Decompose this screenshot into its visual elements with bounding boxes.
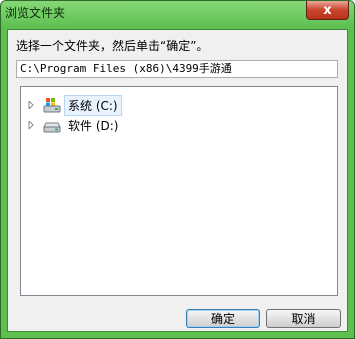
folder-path-field[interactable]: C:\Program Files (x86)\4399手游通 [16,60,338,78]
tree-item-label: 系统 (C:) [64,94,122,116]
instruction-text: 选择一个文件夹，然后单击“确定”。 [16,39,209,53]
browse-folder-dialog: 浏览文件夹 x 选择一个文件夹，然后单击“确定”。 C:\Program Fil… [0,0,355,339]
window-title: 浏览文件夹 [5,6,66,20]
dialog-body: 选择一个文件夹，然后单击“确定”。 C:\Program Files (x86)… [7,29,348,332]
folder-tree[interactable]: 系统 (C:) 软件 (D:) [20,86,338,296]
tree-item-drive-d[interactable]: 软件 (D:) [25,115,121,135]
close-icon: x [323,2,332,18]
tree-item-drive-c[interactable]: 系统 (C:) [25,94,122,116]
title-bar[interactable]: 浏览文件夹 x [1,1,354,29]
ok-button[interactable]: 确定 [186,309,260,328]
close-button[interactable]: x [306,1,349,20]
tree-item-label: 软件 (D:) [68,118,119,133]
expand-arrow-icon[interactable] [25,119,37,131]
windows-system-drive-icon [43,97,61,113]
cancel-button[interactable]: 取消 [266,309,341,328]
expand-arrow-icon[interactable] [25,99,37,111]
hard-drive-icon [43,117,61,133]
